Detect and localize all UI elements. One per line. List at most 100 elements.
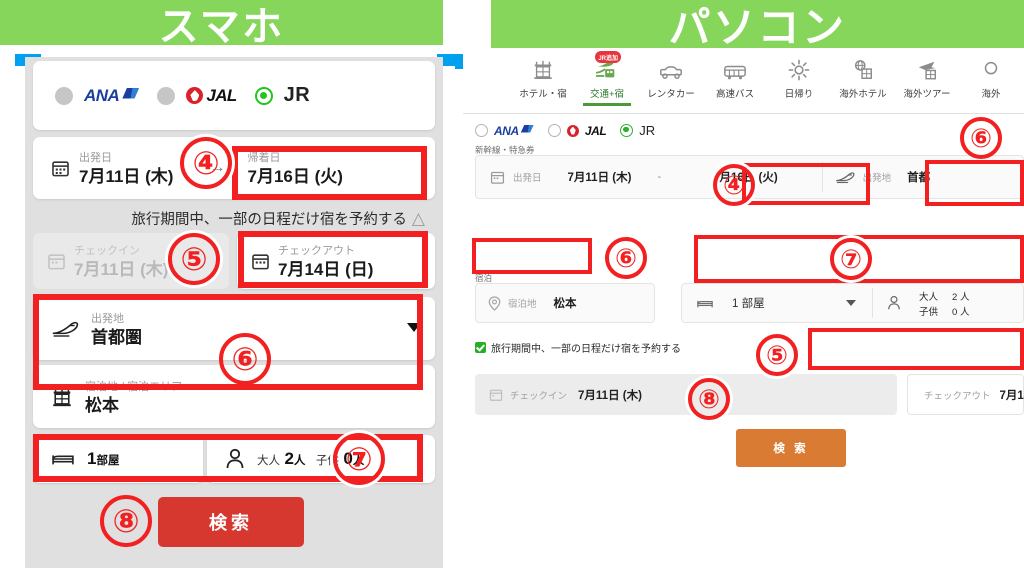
highway-bus-icon: [723, 55, 747, 81]
nav-active-underline: [583, 103, 631, 106]
nav-item-hotel[interactable]: ホテル・宿: [511, 55, 575, 100]
checkbox-checked-icon[interactable]: [475, 342, 486, 353]
jr-label: JR: [639, 123, 656, 138]
overseas-tour-icon: [916, 55, 938, 81]
location-pin-icon: [488, 295, 501, 311]
annotation-circle-6-desktop-stay: ⑥: [605, 237, 647, 279]
jal-crane-icon: [566, 124, 579, 137]
nav-item-transport-stay[interactable]: JR追加 交通+宿: [575, 51, 639, 106]
desktop-panel: ホテル・宿 JR追加 交通+宿 レンタカー 高速バス 日帰り 海外ホテル 海外ツ…: [463, 50, 1024, 579]
desktop-carrier-jal[interactable]: JAL: [547, 124, 607, 138]
mobile-date-card: 出発日 7月11日 (木) → 帰着日 7月16日 (火): [33, 137, 435, 199]
person-icon: [888, 295, 900, 310]
screenshot-root: スマホ パソコン ANA JAL JR 出発日 7月11日 (木) → 帰着日 …: [0, 0, 1024, 579]
nav-item-rental-car[interactable]: レンタカー: [639, 55, 703, 100]
banner-desktop: パソコン: [491, 0, 1024, 51]
ana-logo: ANA: [494, 124, 534, 138]
banner-mobile-text: スマホ: [158, 4, 285, 49]
desktop-room-people-row: 1 部屋 大人 2 人 子供 0 人: [681, 283, 1024, 323]
chevron-down-icon[interactable]: [846, 300, 856, 306]
mobile-search-label: 検索: [209, 513, 253, 533]
desktop-stay-location-field[interactable]: 宿泊地 松本: [475, 283, 655, 323]
chevron-down-icon[interactable]: [407, 323, 421, 332]
desktop-carrier-radios: ANA JAL JR: [475, 123, 655, 138]
mobile-panel: ANA JAL JR 出発日 7月11日 (木) → 帰着日 7月16日 (火)…: [25, 57, 443, 568]
desktop-stay-location-label: 宿泊地: [508, 299, 537, 310]
nav-label: 海外ホテル: [839, 89, 887, 100]
radio-icon[interactable]: [157, 86, 176, 105]
desktop-people-field[interactable]: 大人 2 人 子供 0 人: [873, 289, 1023, 318]
mobile-partial-stay-toggle[interactable]: 旅行期間中、一部の日程だけ宿を予約する △: [33, 207, 435, 229]
desktop-departure-place-field[interactable]: 出発地 首都: [823, 169, 931, 185]
mobile-departure-date-field[interactable]: 出発日 7月11日 (木): [33, 148, 173, 187]
mobile-people-field[interactable]: 大人 2人 子供 0人: [207, 435, 435, 483]
mobile-departure-place-value: 首都圏: [91, 327, 142, 347]
nav-label: ホテル・宿: [519, 89, 567, 100]
nav-label: 交通+宿: [589, 89, 625, 100]
mobile-return-date-label: 帰着日: [247, 152, 281, 165]
desktop-search-button[interactable]: 検 索: [736, 429, 846, 467]
calendar-icon: [52, 160, 69, 176]
desktop-adult-value: 2 人: [952, 291, 970, 303]
radio-icon-selected[interactable]: [620, 124, 634, 137]
nav-item-highway-bus[interactable]: 高速バス: [703, 55, 767, 100]
desktop-checkin-label: チェックイン: [510, 390, 568, 402]
mobile-carrier-card: ANA JAL JR: [33, 61, 435, 130]
calendar-icon: [490, 171, 505, 184]
mobile-carrier-jr[interactable]: JR: [254, 84, 311, 107]
ana-logo: ANA: [84, 86, 139, 106]
jr-label: JR: [283, 84, 311, 106]
calendar-icon: [489, 389, 503, 401]
radio-icon[interactable]: [547, 124, 561, 137]
shinkansen-icon: [52, 321, 79, 337]
desktop-carrier-ana[interactable]: ANA: [475, 124, 534, 138]
desktop-departure-date-label: 出発日: [513, 173, 542, 184]
nav-divider: [463, 113, 1024, 114]
mobile-departure-place-label: 出発地: [91, 312, 124, 325]
desktop-checkin-field[interactable]: チェックイン 7月11日 (木): [475, 374, 897, 415]
mobile-checkout-field[interactable]: チェックアウト 7月14日 (日): [237, 233, 435, 289]
desktop-departure-date-field[interactable]: 出発日 7月11日 (木): [476, 169, 631, 185]
annotation-circle-4-mobile: ④: [180, 137, 232, 189]
mobile-checkout-label: チェックアウト: [278, 245, 355, 258]
desktop-carrier-jr[interactable]: JR: [620, 123, 655, 138]
desktop-search-label: 検 索: [773, 443, 809, 455]
nav-item-overseas[interactable]: 海外: [959, 55, 1023, 100]
day-trip-sun-icon: [788, 55, 810, 81]
mobile-carrier-jal[interactable]: JAL: [157, 86, 237, 106]
mobile-return-date-field[interactable]: 帰着日 7月16日 (火): [233, 148, 342, 187]
mobile-room-field[interactable]: 1部屋: [33, 435, 203, 483]
mobile-checkin-value: 7月11日 (木): [74, 260, 169, 280]
jr-added-badge: JR追加: [595, 51, 621, 63]
radio-icon-selected[interactable]: [254, 86, 273, 105]
desktop-checkin-value: 7月11日 (木): [578, 389, 642, 402]
desktop-checkout-field[interactable]: チェックアウト 7月14日 (日): [907, 374, 1024, 415]
radio-icon[interactable]: [55, 86, 73, 105]
nav-label: 海外ツアー: [903, 89, 951, 100]
mobile-stay-area-label: 宿泊地 / 宿泊エリア: [85, 380, 183, 393]
desktop-partial-stay-checkbox[interactable]: 旅行期間中、一部の日程だけ宿を予約する: [475, 340, 681, 355]
desktop-stay-location-value: 松本: [553, 298, 577, 310]
nav-item-day-trip[interactable]: 日帰り: [767, 55, 831, 100]
mobile-room-unit: 部屋: [96, 455, 120, 467]
mobile-adult-unit: 人: [293, 455, 306, 467]
nav-label: 日帰り: [784, 89, 814, 100]
desktop-partial-stay-label: 旅行期間中、一部の日程だけ宿を予約する: [491, 344, 681, 355]
chevron-up-icon[interactable]: △: [412, 210, 425, 227]
desktop-adult-label: 大人: [919, 291, 939, 303]
mobile-search-button[interactable]: 検索: [158, 497, 304, 547]
radio-icon[interactable]: [475, 124, 488, 137]
mobile-return-date-value: 7月16日 (火): [247, 167, 343, 187]
desktop-departure-place-value: 首都: [907, 172, 931, 184]
desktop-child-label: 子供: [919, 306, 939, 318]
desktop-room-field[interactable]: 1 部屋: [682, 295, 846, 311]
annotation-circle-8-desktop: ⑧: [688, 378, 730, 420]
mobile-carrier-ana[interactable]: ANA: [55, 86, 139, 106]
nav-item-overseas-hotel[interactable]: 海外ホテル: [831, 55, 895, 100]
nav-item-overseas-tour[interactable]: 海外ツアー: [895, 55, 959, 100]
blue-marker-desktop: [455, 55, 463, 69]
transport-stay-icon: JR追加: [595, 51, 621, 81]
jal-crane-icon: [186, 87, 204, 104]
mobile-stay-area-value: 松本: [85, 395, 119, 415]
mobile-departure-date-label: 出発日: [79, 152, 112, 165]
